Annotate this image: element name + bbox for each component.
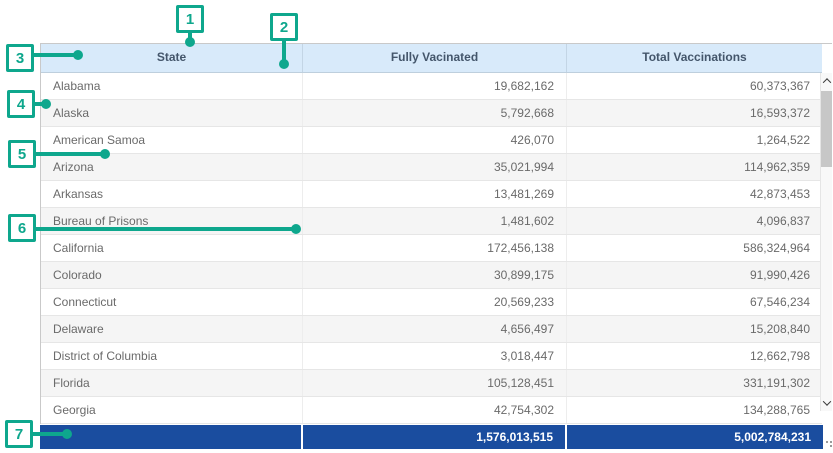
callout-5-line [35, 152, 103, 156]
table-body: Alabama19,682,16260,373,367Alaska5,792,6… [41, 73, 822, 424]
table-row[interactable]: Delaware4,656,49715,208,840 [41, 316, 822, 343]
cell-total-vaccinations: 67,546,234 [566, 289, 822, 315]
table-row[interactable]: Alaska5,792,66816,593,372 [41, 100, 822, 127]
cell-fully-vaccinated: 19,682,162 [302, 73, 566, 99]
vertical-scrollbar[interactable] [820, 73, 832, 411]
cell-state: Alabama [41, 73, 302, 99]
cell-fully-vaccinated: 42,754,302 [302, 397, 566, 423]
cell-state: California [41, 235, 302, 261]
cell-fully-vaccinated: 105,128,451 [302, 370, 566, 396]
scroll-down-button[interactable] [821, 395, 832, 411]
summary-total-vaccinations-cell: 5,002,784,231 [567, 425, 823, 449]
callout-5-dot [100, 149, 110, 159]
callout-6-line [35, 227, 293, 231]
column-header-fully-vaccinated[interactable]: Fully Vacinated [302, 44, 566, 72]
callout-7-dot [62, 429, 72, 439]
table-row[interactable]: American Samoa426,0701,264,522 [41, 127, 822, 154]
callout-2-line [282, 40, 286, 61]
cell-fully-vaccinated: 35,021,994 [302, 154, 566, 180]
cell-total-vaccinations: 12,662,798 [566, 343, 822, 369]
callout-3: 3 [6, 44, 34, 72]
table-element: State Fully Vacinated Total Vaccinations… [40, 43, 832, 424]
table-row[interactable]: Connecticut20,569,23367,546,234 [41, 289, 822, 316]
callout-7: 7 [5, 420, 33, 448]
table-row[interactable]: Arkansas13,481,26942,873,453 [41, 181, 822, 208]
scroll-up-button[interactable] [821, 73, 832, 89]
callout-4: 4 [7, 90, 35, 118]
cell-total-vaccinations: 331,191,302 [566, 370, 822, 396]
cell-state: District of Columbia [41, 343, 302, 369]
callout-7-line [32, 432, 64, 436]
cell-state: Arizona [41, 154, 302, 180]
cell-fully-vaccinated: 30,899,175 [302, 262, 566, 288]
cell-state: Connecticut [41, 289, 302, 315]
cell-total-vaccinations: 15,208,840 [566, 316, 822, 342]
table-row[interactable]: Colorado30,899,17591,990,426 [41, 262, 822, 289]
cell-fully-vaccinated: 13,481,269 [302, 181, 566, 207]
annotated-table-screenshot: State Fully Vacinated Total Vaccinations… [0, 0, 833, 453]
cell-state: Georgia [41, 397, 302, 423]
cell-fully-vaccinated: 20,569,233 [302, 289, 566, 315]
table-row[interactable]: District of Columbia3,018,44712,662,798 [41, 343, 822, 370]
callout-6-dot [291, 224, 301, 234]
resize-grip-icon[interactable] [826, 441, 828, 443]
callout-1-dot [185, 37, 195, 47]
callout-6: 6 [8, 214, 36, 242]
callout-1: 1 [176, 5, 204, 33]
cell-total-vaccinations: 4,096,837 [566, 208, 822, 234]
callout-4-dot [41, 99, 51, 109]
callout-3-line [33, 53, 75, 57]
cell-state: Delaware [41, 316, 302, 342]
cell-total-vaccinations: 60,373,367 [566, 73, 822, 99]
cell-fully-vaccinated: 4,656,497 [302, 316, 566, 342]
chevron-down-icon [822, 397, 830, 405]
callout-2-dot [279, 59, 289, 69]
table-row[interactable]: Alabama19,682,16260,373,367 [41, 73, 822, 100]
table-header: State Fully Vacinated Total Vaccinations [41, 44, 822, 73]
callout-2: 2 [270, 13, 298, 41]
table-row[interactable]: Arizona35,021,994114,962,359 [41, 154, 822, 181]
table-row[interactable]: Florida105,128,451331,191,302 [41, 370, 822, 397]
cell-total-vaccinations: 42,873,453 [566, 181, 822, 207]
summary-row: 1,576,013,515 5,002,784,231 [40, 425, 823, 449]
cell-state: Alaska [41, 100, 302, 126]
cell-total-vaccinations: 134,288,765 [566, 397, 822, 423]
cell-fully-vaccinated: 3,018,447 [302, 343, 566, 369]
table-row[interactable]: California172,456,138586,324,964 [41, 235, 822, 262]
cell-state: Florida [41, 370, 302, 396]
callout-3-dot [73, 50, 83, 60]
cell-state: Colorado [41, 262, 302, 288]
cell-total-vaccinations: 586,324,964 [566, 235, 822, 261]
cell-state: Arkansas [41, 181, 302, 207]
cell-total-vaccinations: 16,593,372 [566, 100, 822, 126]
cell-state: American Samoa [41, 127, 302, 153]
scrollbar-thumb[interactable] [821, 91, 832, 167]
cell-total-vaccinations: 91,990,426 [566, 262, 822, 288]
column-header-total-vaccinations[interactable]: Total Vaccinations [566, 44, 822, 72]
cell-fully-vaccinated: 172,456,138 [302, 235, 566, 261]
cell-total-vaccinations: 114,962,359 [566, 154, 822, 180]
cell-fully-vaccinated: 1,481,602 [302, 208, 566, 234]
callout-5: 5 [8, 140, 36, 168]
chevron-up-icon [822, 78, 830, 86]
summary-state-cell [40, 425, 301, 449]
table-row[interactable]: Georgia42,754,302134,288,765 [41, 397, 822, 424]
summary-fully-vaccinated-cell: 1,576,013,515 [303, 425, 565, 449]
cell-total-vaccinations: 1,264,522 [566, 127, 822, 153]
cell-fully-vaccinated: 426,070 [302, 127, 566, 153]
cell-fully-vaccinated: 5,792,668 [302, 100, 566, 126]
